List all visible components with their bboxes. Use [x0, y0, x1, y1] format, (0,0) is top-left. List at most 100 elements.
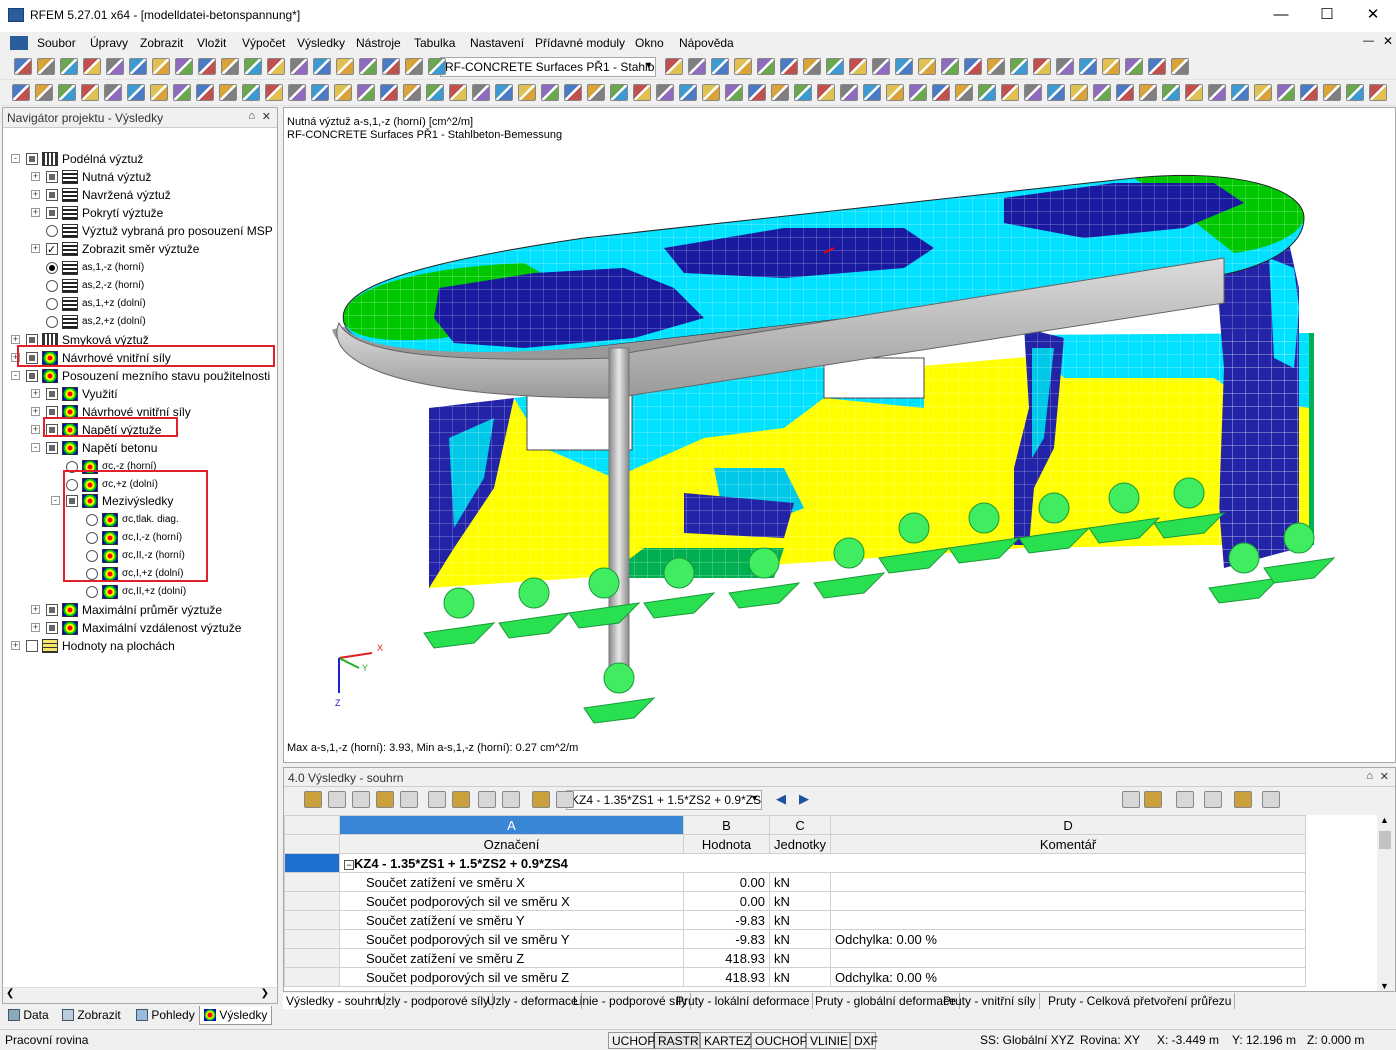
tree-item[interactable]: + Pokrytí výztuže	[3, 204, 275, 222]
standard-tool-icon[interactable]	[826, 58, 844, 75]
nav-hscrollbar[interactable]: ❮ ❯	[3, 987, 277, 1003]
tree-item[interactable]: as,1,-z (horní)	[3, 259, 275, 277]
tree-item[interactable]: + Maximální vzdálenost výztuže	[3, 619, 275, 637]
results-tool-icon[interactable]	[400, 791, 418, 808]
tab-pohledy[interactable]: Pohledy	[132, 1006, 199, 1025]
tab-results-4[interactable]: Pruty - lokální deformace	[673, 993, 814, 1009]
radio-button[interactable]	[86, 586, 98, 598]
table-row[interactable]: Součet podporových sil ve směru X 0.00 kN	[284, 891, 1307, 911]
tools-tool-icon[interactable]	[679, 84, 697, 101]
menu-nastroje[interactable]: Nástroje	[356, 36, 401, 50]
standard-tool-icon[interactable]	[1079, 58, 1097, 75]
tools-tool-icon[interactable]	[150, 84, 168, 101]
expand-icon[interactable]: +	[31, 190, 40, 199]
tools-tool-icon[interactable]	[932, 84, 950, 101]
standard-tool-icon[interactable]	[987, 58, 1005, 75]
tools-tool-icon[interactable]	[656, 84, 674, 101]
tree-item[interactable]: as,1,+z (dolní)	[3, 295, 275, 313]
standard-tool-icon[interactable]	[14, 58, 32, 75]
tree-item[interactable]: - Podélná výztuž	[3, 150, 275, 168]
results-tool-icon[interactable]	[428, 791, 446, 808]
results-tool-icon[interactable]	[1204, 791, 1222, 808]
tree-item[interactable]: Výztuž vybraná pro posouzení MSP	[3, 222, 275, 240]
tools-tool-icon[interactable]	[196, 84, 214, 101]
results-tool-icon[interactable]	[376, 791, 394, 808]
standard-tool-icon[interactable]	[1102, 58, 1120, 75]
results-tool-icon[interactable]	[1234, 791, 1252, 808]
tools-tool-icon[interactable]	[288, 84, 306, 101]
menu-zobrazit[interactable]: Zobrazit	[140, 36, 183, 50]
expand-icon[interactable]: +	[31, 172, 40, 181]
results-tool-icon[interactable]	[1122, 791, 1140, 808]
results-tool-icon[interactable]	[304, 791, 322, 808]
tab-results-5[interactable]: Pruty - globální deformace	[812, 993, 960, 1009]
scroll-down-icon[interactable]: ▼	[1380, 981, 1389, 991]
tree-item[interactable]: + Maximální průměr výztuže	[3, 601, 275, 619]
expand-icon[interactable]: +	[31, 208, 40, 217]
expand-icon[interactable]: +	[31, 425, 40, 434]
results-tool-icon[interactable]	[478, 791, 496, 808]
standard-tool-icon[interactable]	[428, 58, 446, 75]
standard-tool-icon[interactable]	[1056, 58, 1074, 75]
menu-vlozit[interactable]: Vložit	[197, 36, 226, 50]
standard-tool-icon[interactable]	[734, 58, 752, 75]
row-selector[interactable]	[284, 872, 340, 892]
results-tool-icon[interactable]	[328, 791, 346, 808]
tools-tool-icon[interactable]	[1346, 84, 1364, 101]
menu-pridavne-moduly[interactable]: Přídavné moduly	[535, 36, 625, 50]
row-selector[interactable]	[284, 891, 340, 911]
radio-button[interactable]	[46, 262, 58, 274]
checkbox[interactable]	[26, 370, 38, 382]
support-node[interactable]	[423, 587, 496, 649]
standard-tool-icon[interactable]	[129, 58, 147, 75]
tools-tool-icon[interactable]	[449, 84, 467, 101]
radio-button[interactable]	[46, 280, 58, 292]
results-tool-icon[interactable]	[532, 791, 550, 808]
standard-tool-icon[interactable]	[688, 58, 706, 75]
tree-item[interactable]: + Nutná výztuž	[3, 168, 275, 186]
support-node[interactable]	[583, 662, 656, 724]
tools-tool-icon[interactable]	[173, 84, 191, 101]
tools-tool-icon[interactable]	[748, 84, 766, 101]
tools-tool-icon[interactable]	[403, 84, 421, 101]
standard-tool-icon[interactable]	[964, 58, 982, 75]
tools-tool-icon[interactable]	[58, 84, 76, 101]
standard-tool-icon[interactable]	[780, 58, 798, 75]
checkbox[interactable]	[46, 207, 58, 219]
standard-tool-icon[interactable]	[175, 58, 193, 75]
tools-tool-icon[interactable]	[909, 84, 927, 101]
standard-tool-icon[interactable]	[290, 58, 308, 75]
checkbox[interactable]	[26, 153, 38, 165]
standard-tool-icon[interactable]	[1171, 58, 1189, 75]
radio-button[interactable]	[46, 298, 58, 310]
table-row[interactable]: Součet podporových sil ve směru Z 418.93 k…	[284, 967, 1307, 987]
standard-tool-icon[interactable]	[803, 58, 821, 75]
tree-item[interactable]: + Navržená výztuž	[3, 186, 275, 204]
collapse-icon[interactable]: −	[344, 859, 354, 870]
tools-tool-icon[interactable]	[1139, 84, 1157, 101]
standard-tool-icon[interactable]	[244, 58, 262, 75]
expand-icon[interactable]: +	[11, 641, 20, 650]
menu-soubor[interactable]: Soubor	[37, 36, 76, 50]
tools-tool-icon[interactable]	[219, 84, 237, 101]
maximize-button[interactable]: ☐	[1304, 0, 1350, 32]
tab-results-7[interactable]: Pruty - Celková přetvoření průřezu	[1045, 993, 1236, 1009]
pin-icon[interactable]: ⌂	[248, 110, 255, 122]
col-letter-c[interactable]: C	[768, 815, 832, 835]
radio-button[interactable]	[46, 225, 58, 237]
tools-tool-icon[interactable]	[495, 84, 513, 101]
checkbox[interactable]	[46, 604, 58, 616]
tools-tool-icon[interactable]	[587, 84, 605, 101]
tools-tool-icon[interactable]	[978, 84, 996, 101]
scroll-right-icon[interactable]: ❯	[261, 988, 269, 999]
scroll-left-icon[interactable]: ❮	[6, 988, 14, 999]
result-case-combo[interactable]: RF-CONCRETE Surfaces PŘ1 - Stahlbeton ▼	[440, 57, 656, 77]
standard-tool-icon[interactable]	[60, 58, 78, 75]
standard-tool-icon[interactable]	[918, 58, 936, 75]
standard-tool-icon[interactable]	[1010, 58, 1028, 75]
tools-tool-icon[interactable]	[840, 84, 858, 101]
tree-item[interactable]: as,2,-z (horní)	[3, 277, 275, 295]
tree-item[interactable]: as,2,+z (dolní)	[3, 313, 275, 331]
standard-tool-icon[interactable]	[198, 58, 216, 75]
tools-tool-icon[interactable]	[81, 84, 99, 101]
